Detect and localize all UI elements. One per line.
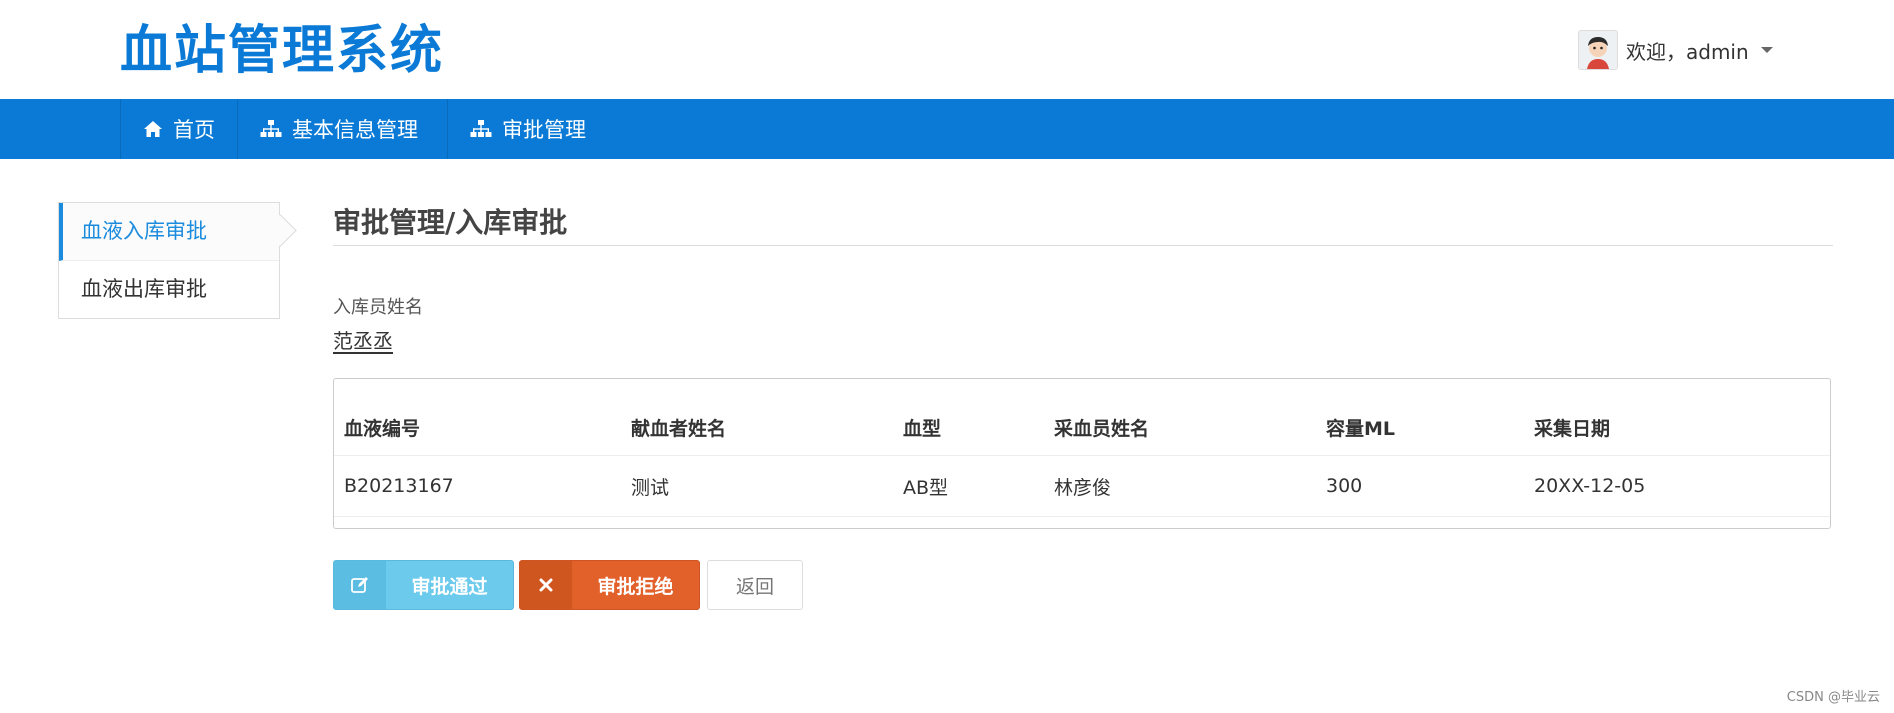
- field-value: 范丞丞: [333, 329, 393, 353]
- user-greeting: 欢迎，admin: [1626, 39, 1749, 64]
- watermark: CSDN @毕业云: [1786, 690, 1880, 705]
- page-title: 审批管理/入库审批: [333, 200, 1833, 246]
- active-indicator-arrow: [264, 214, 297, 247]
- edit-icon: [334, 561, 386, 609]
- table-cell: 20XX-12-05: [1524, 455, 1830, 517]
- sidebar-item-outbound-approval[interactable]: 血液出库审批: [59, 261, 279, 318]
- top-navbar: 首页 基本信息管理 审批管理: [0, 99, 1894, 159]
- data-table: 血液编号 献血者姓名 血型 采血员姓名 容量ML 采集日期 B20213167 …: [334, 399, 1830, 517]
- field-label: 入库员姓名: [333, 297, 423, 318]
- table-cell: B20213167: [334, 455, 621, 517]
- table-cell: AB型: [893, 455, 1044, 517]
- nav-item-home[interactable]: 首页: [120, 99, 235, 159]
- nav-item-label: 审批管理: [502, 118, 586, 142]
- approve-button[interactable]: 审批通过: [333, 560, 514, 610]
- sitemap-icon: [470, 120, 492, 137]
- column-header: 容量ML: [1316, 399, 1524, 456]
- sidebar-item-label: 血液出库审批: [81, 277, 207, 301]
- column-header: 血型: [893, 399, 1044, 456]
- table-cell: 300: [1316, 455, 1524, 517]
- data-table-panel: 血液编号 献血者姓名 血型 采血员姓名 容量ML 采集日期 B20213167 …: [333, 378, 1831, 529]
- nav-item-label: 首页: [173, 118, 215, 142]
- header: 血站管理系统 欢迎，admin: [0, 0, 1894, 99]
- sidebar-item-inbound-approval[interactable]: 血液入库审批: [59, 203, 297, 261]
- nav-item-approval[interactable]: 审批管理: [447, 99, 607, 159]
- sidebar-item-label: 血液入库审批: [81, 219, 207, 243]
- home-icon: [144, 121, 162, 137]
- user-menu[interactable]: 欢迎，admin: [1578, 30, 1773, 70]
- back-button[interactable]: 返回: [707, 560, 803, 610]
- approve-button-label: 审批通过: [411, 575, 488, 598]
- column-header: 献血者姓名: [621, 399, 893, 456]
- nav-item-label: 基本信息管理: [292, 118, 418, 142]
- table-cell: 林彦俊: [1044, 455, 1316, 517]
- table-cell: 测试: [621, 455, 893, 517]
- avatar: [1578, 30, 1618, 70]
- table-row: B20213167 测试 AB型 林彦俊 300 20XX-12-05: [334, 455, 1830, 517]
- nav-item-basic-info[interactable]: 基本信息管理: [237, 99, 447, 159]
- reject-button-label: 审批拒绝: [597, 575, 674, 598]
- close-icon: [520, 561, 572, 609]
- main-content: 审批管理/入库审批 入库员姓名 范丞丞 血液编号 献血者姓名 血型 采血员姓名 …: [333, 200, 1833, 610]
- column-header: 血液编号: [334, 399, 621, 456]
- column-header: 采血员姓名: [1044, 399, 1316, 456]
- table-header-row: 血液编号 献血者姓名 血型 采血员姓名 容量ML 采集日期: [334, 399, 1830, 456]
- app-logo: 血站管理系统: [120, 21, 445, 81]
- chevron-down-icon: [1760, 47, 1773, 53]
- sitemap-icon: [260, 120, 282, 137]
- reject-button[interactable]: 审批拒绝: [519, 560, 700, 610]
- sidebar: 血液入库审批 血液出库审批: [58, 202, 297, 319]
- column-header: 采集日期: [1524, 399, 1830, 456]
